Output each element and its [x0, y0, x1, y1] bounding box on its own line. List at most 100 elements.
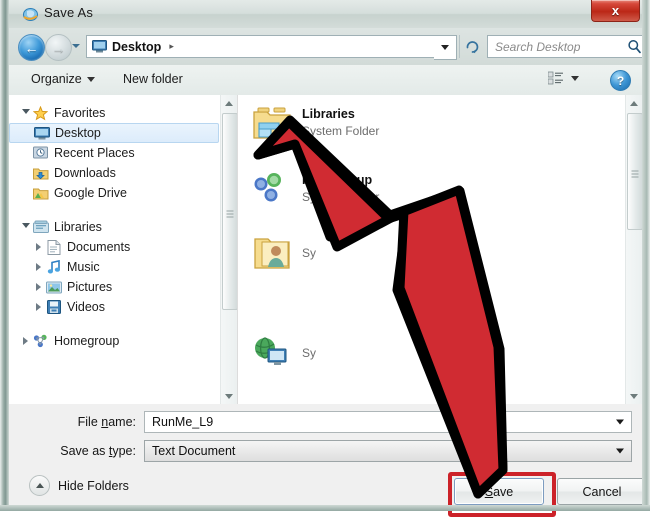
view-mode-icon	[548, 71, 563, 85]
sidebar-item-music[interactable]: Music	[9, 257, 237, 277]
scroll-up-icon[interactable]	[221, 95, 237, 111]
scroll-down-icon[interactable]	[626, 388, 642, 404]
chevron-down-icon[interactable]	[616, 448, 624, 454]
sidebar-item-documents[interactable]: Documents	[9, 237, 237, 257]
recent-places-icon	[32, 146, 49, 161]
window-title: Save As	[44, 5, 94, 20]
expander-icon[interactable]	[19, 337, 32, 345]
chevron-down-icon[interactable]	[616, 419, 624, 425]
cancel-button[interactable]: Cancel	[557, 478, 647, 505]
sidebar-item-label: Pictures	[67, 280, 113, 294]
navigation-bar: ← → Desktop ▸ Search Desktop	[9, 28, 647, 65]
sidebar-group-label: Favorites	[54, 106, 106, 120]
list-item-subtitle: Sy	[302, 245, 317, 260]
sidebar-group-libraries[interactable]: Libraries	[9, 217, 237, 237]
list-item[interactable]: Homegroup System Folder	[238, 163, 642, 215]
expander-icon[interactable]	[32, 243, 45, 251]
chevron-down-icon	[571, 76, 579, 81]
user-folder-icon	[252, 233, 292, 273]
close-button[interactable]: x	[591, 0, 640, 22]
sidebar-item-videos[interactable]: Videos	[9, 297, 237, 317]
sidebar-group-label: Homegroup	[54, 334, 120, 348]
cancel-label: Cancel	[582, 484, 622, 499]
sidebar-scrollbar[interactable]	[220, 95, 237, 404]
organize-button[interactable]: Organize	[27, 71, 99, 87]
window-frame-right	[642, 0, 650, 511]
list-item[interactable]: Sy	[238, 327, 642, 379]
sidebar-group-homegroup[interactable]: Homegroup	[9, 331, 237, 351]
expander-icon[interactable]	[32, 263, 45, 271]
star-icon	[32, 105, 49, 121]
sidebar-item-downloads[interactable]: Downloads	[9, 163, 237, 183]
file-name-input[interactable]: RunMe_L9	[144, 411, 632, 433]
list-item-text: Homegroup System Folder	[302, 172, 379, 205]
file-name-row: File name: RunMe_L9	[9, 410, 642, 434]
new-folder-button[interactable]: New folder	[119, 71, 187, 87]
breadcrumb-location[interactable]: Desktop	[112, 40, 161, 54]
chevron-up-icon	[29, 475, 50, 496]
search-icon	[628, 40, 641, 54]
save-as-type-label: Save as type:	[60, 444, 136, 458]
chevron-down-icon	[86, 76, 95, 82]
libraries-folder-icon	[252, 103, 292, 143]
list-item[interactable]: Libraries System Folder	[238, 97, 642, 149]
new-folder-label: New folder	[123, 72, 183, 86]
scroll-up-icon[interactable]	[626, 95, 642, 111]
music-icon	[45, 259, 62, 275]
list-item-name: Libraries	[302, 107, 355, 122]
back-button[interactable]: ←	[18, 34, 45, 61]
downloads-icon	[32, 166, 49, 181]
scrollbar-thumb[interactable]	[222, 113, 237, 310]
window-frame-left	[0, 0, 9, 511]
computer-network-icon	[252, 333, 292, 373]
view-mode-button[interactable]	[548, 71, 579, 86]
file-list-scrollbar[interactable]	[625, 95, 642, 404]
sidebar-item-pictures[interactable]: Pictures	[9, 277, 237, 297]
sidebar-item-label: Downloads	[54, 166, 116, 180]
sidebar-item-google-drive[interactable]: Google Drive	[9, 183, 237, 203]
list-item-text: Sy	[302, 345, 316, 361]
list-item-text: Sy	[302, 245, 316, 261]
folder-tree: Favorites Desktop Recent Places Download…	[9, 95, 237, 351]
title-bar: Save As x	[0, 0, 650, 28]
list-item-subtitle: System Folder	[302, 190, 380, 205]
expander-icon[interactable]	[32, 303, 45, 311]
help-icon: ?	[616, 73, 625, 88]
file-name-label: File name:	[77, 415, 136, 429]
forward-button[interactable]: →	[45, 34, 72, 61]
expander-icon[interactable]	[32, 283, 45, 291]
breadcrumb-separator-icon[interactable]: ▸	[169, 41, 174, 52]
save-button[interactable]: Save	[454, 478, 544, 505]
hide-folders-button[interactable]: Hide Folders	[29, 475, 129, 496]
scrollbar-thumb[interactable]	[627, 113, 642, 230]
sidebar-item-desktop[interactable]: Desktop	[9, 123, 219, 143]
organize-label: Organize	[31, 72, 82, 86]
forward-arrow-icon: →	[51, 39, 66, 56]
content-panes: Favorites Desktop Recent Places Download…	[9, 95, 642, 404]
list-item[interactable]: Sy	[238, 227, 642, 279]
help-button[interactable]: ?	[610, 70, 631, 91]
scroll-down-icon[interactable]	[221, 388, 237, 404]
search-input[interactable]: Search Desktop	[487, 35, 647, 58]
expander-icon[interactable]	[19, 108, 32, 118]
save-label: Save	[484, 484, 514, 499]
address-bar[interactable]: Desktop ▸	[86, 35, 434, 58]
expander-icon[interactable]	[19, 222, 32, 232]
sidebar-item-recent-places[interactable]: Recent Places	[9, 143, 237, 163]
history-dropdown-icon[interactable]	[72, 42, 81, 51]
window-frame-bottom	[0, 505, 650, 511]
libraries-icon	[32, 220, 49, 235]
save-as-type-value: Text Document	[152, 444, 236, 458]
save-as-dialog: Save As x ← → Desktop ▸ Search Desktop O…	[0, 0, 650, 517]
sidebar-group-label: Libraries	[54, 220, 102, 234]
save-as-type-select[interactable]: Text Document	[144, 440, 632, 462]
form-area: File name: RunMe_L9 Save as type: Text D…	[9, 404, 647, 517]
list-item-subtitle: System Folder	[302, 124, 380, 139]
hide-folders-label: Hide Folders	[58, 478, 129, 493]
refresh-button[interactable]	[459, 35, 485, 58]
sidebar-group-favorites[interactable]: Favorites	[9, 103, 237, 123]
address-dropdown-button[interactable]	[434, 35, 457, 60]
sidebar-item-label: Videos	[67, 300, 105, 314]
